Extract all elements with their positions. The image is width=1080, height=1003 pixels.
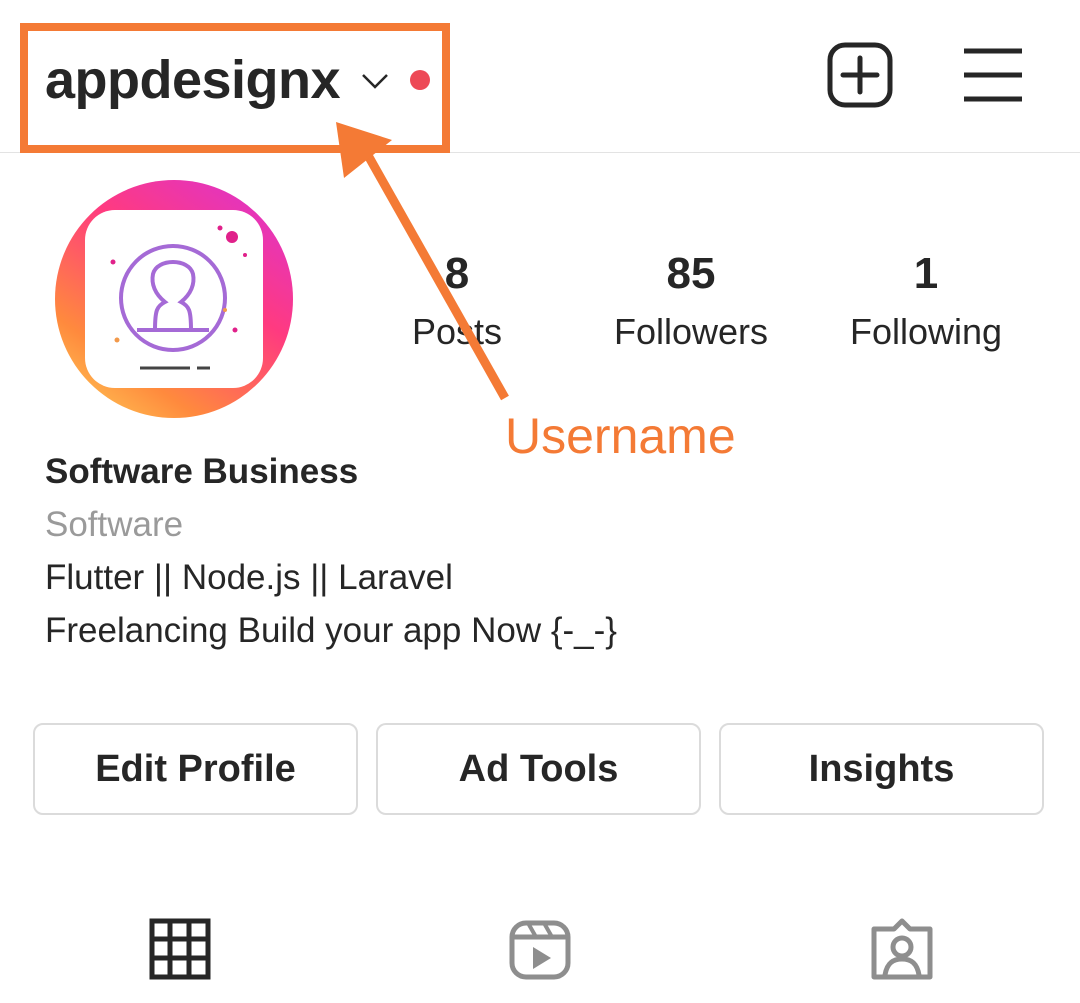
reels-icon[interactable] (508, 917, 572, 981)
hamburger-menu-icon[interactable] (958, 42, 1028, 108)
avatar-card (85, 210, 263, 388)
profile-category: Software (45, 505, 184, 544)
stat-label: Posts (411, 311, 503, 352)
plus-square-icon[interactable] (827, 42, 893, 108)
stat-value: 1 (913, 249, 939, 298)
stat-label: Following (849, 311, 1003, 352)
edit-profile-button[interactable]: Edit Profile (33, 723, 358, 815)
bio-line: Freelancing Build your app Now {-_-} (45, 611, 617, 650)
insights-button[interactable]: Insights (719, 723, 1044, 815)
stat-value: 8 (444, 249, 470, 298)
annotation-highlight-box (20, 23, 450, 153)
annotation-label: Username (505, 408, 736, 464)
tagged-user-icon[interactable] (870, 917, 934, 981)
grid-icon[interactable] (148, 917, 212, 981)
profile-avatar[interactable] (55, 180, 293, 418)
stat-value: 85 (666, 249, 716, 298)
stat-label: Followers (613, 311, 769, 352)
ad-tools-button[interactable]: Ad Tools (376, 723, 701, 815)
stat-posts[interactable]: 8 Posts (357, 245, 557, 361)
stat-followers[interactable]: 85 Followers (591, 245, 791, 361)
bio-line: Flutter || Node.js || Laravel (45, 558, 453, 597)
stat-following[interactable]: 1 Following (826, 245, 1026, 361)
profile-name: Software Business (45, 452, 359, 491)
user-avatar-icon (110, 225, 247, 370)
